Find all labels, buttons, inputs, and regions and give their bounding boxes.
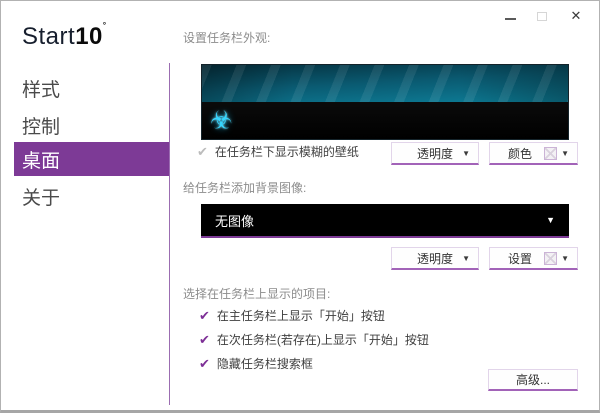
- color-swatch-icon: [544, 146, 558, 160]
- chevron-down-icon: ▼: [561, 253, 569, 263]
- option-hide-search-box[interactable]: ✔ 隐藏任务栏搜索框: [199, 355, 313, 372]
- dropdown-value: 无图像: [215, 213, 255, 229]
- sidebar-item-desktop[interactable]: 桌面: [14, 142, 169, 176]
- sidebar-item-about[interactable]: 关于: [14, 179, 169, 213]
- section-label-background-image: 给任务栏添加背景图像:: [183, 181, 307, 195]
- button-label: 透明度: [416, 251, 453, 266]
- taskbar-preview: ☣: [201, 64, 569, 140]
- sidebar-divider: [169, 63, 170, 405]
- settings-button[interactable]: 设置 ▼: [489, 247, 578, 270]
- blur-wallpaper-checkbox[interactable]: ✔ 在任务栏下显示模糊的壁纸: [197, 143, 359, 160]
- chevron-down-icon: ▼: [546, 215, 555, 225]
- option-show-start-main[interactable]: ✔ 在主任务栏上显示「开始」按钮: [199, 307, 385, 324]
- button-label: 透明度: [416, 146, 453, 161]
- chevron-down-icon: ▼: [462, 253, 470, 263]
- preview-wallpaper: [202, 65, 568, 102]
- option-label: 隐藏任务栏搜索框: [216, 357, 313, 371]
- logo-trademark-icon: ˚: [102, 22, 108, 34]
- blur-wallpaper-label: 在任务栏下显示模糊的壁纸: [214, 145, 359, 159]
- biohazard-start-icon: ☣: [210, 106, 233, 134]
- button-label: 高级...: [515, 373, 550, 387]
- chevron-down-icon: ▼: [462, 148, 470, 158]
- transparency-button[interactable]: 透明度 ▼: [391, 142, 479, 165]
- option-show-start-secondary[interactable]: ✔ 在次任务栏(若存在)上显示「开始」按钮: [199, 331, 429, 348]
- close-button[interactable]: ✕: [561, 6, 591, 26]
- sidebar-item-label: 关于: [22, 187, 61, 209]
- checkmark-icon: ✔: [199, 355, 210, 371]
- checkmark-icon: ✔: [199, 331, 210, 347]
- minimize-button[interactable]: [495, 6, 525, 26]
- maximize-button: [527, 6, 557, 26]
- minimize-icon: [504, 18, 516, 20]
- section-label-taskbar-items: 选择在任务栏上显示的项目:: [183, 287, 331, 301]
- advanced-button[interactable]: 高级...: [488, 369, 578, 391]
- chevron-down-icon: ▼: [561, 148, 569, 158]
- option-label: 在次任务栏(若存在)上显示「开始」按钮: [216, 333, 429, 347]
- transparency-button-2[interactable]: 透明度 ▼: [391, 247, 479, 270]
- sidebar-item-style[interactable]: 样式: [14, 71, 169, 105]
- logo-text: Start: [22, 23, 76, 50]
- sidebar-item-control[interactable]: 控制: [14, 108, 169, 142]
- sidebar-item-label: 控制: [22, 116, 61, 138]
- button-label: 设置: [508, 251, 533, 266]
- sidebar-item-label: 桌面: [22, 150, 61, 172]
- app-logo: Start10˚: [22, 22, 108, 51]
- image-dropdown[interactable]: 无图像 ▼: [201, 204, 569, 238]
- start10-window: ✕ Start10˚ 样式 控制 桌面 关于 设置任务栏外观: ☣ ✔ 在任务栏…: [0, 0, 600, 413]
- maximize-icon: [537, 11, 547, 21]
- button-label: 颜色: [508, 146, 533, 161]
- checkmark-icon: ✔: [197, 143, 208, 159]
- checkmark-icon: ✔: [199, 307, 210, 323]
- option-label: 在主任务栏上显示「开始」按钮: [216, 309, 385, 323]
- logo-number: 10: [75, 23, 103, 50]
- sidebar-item-label: 样式: [22, 79, 61, 101]
- preview-taskbar: ☣: [202, 102, 568, 139]
- section-label-appearance: 设置任务栏外观:: [183, 31, 271, 45]
- settings-swatch-icon: [544, 251, 558, 265]
- close-icon: ✕: [570, 8, 582, 23]
- color-button[interactable]: 颜色 ▼: [489, 142, 578, 165]
